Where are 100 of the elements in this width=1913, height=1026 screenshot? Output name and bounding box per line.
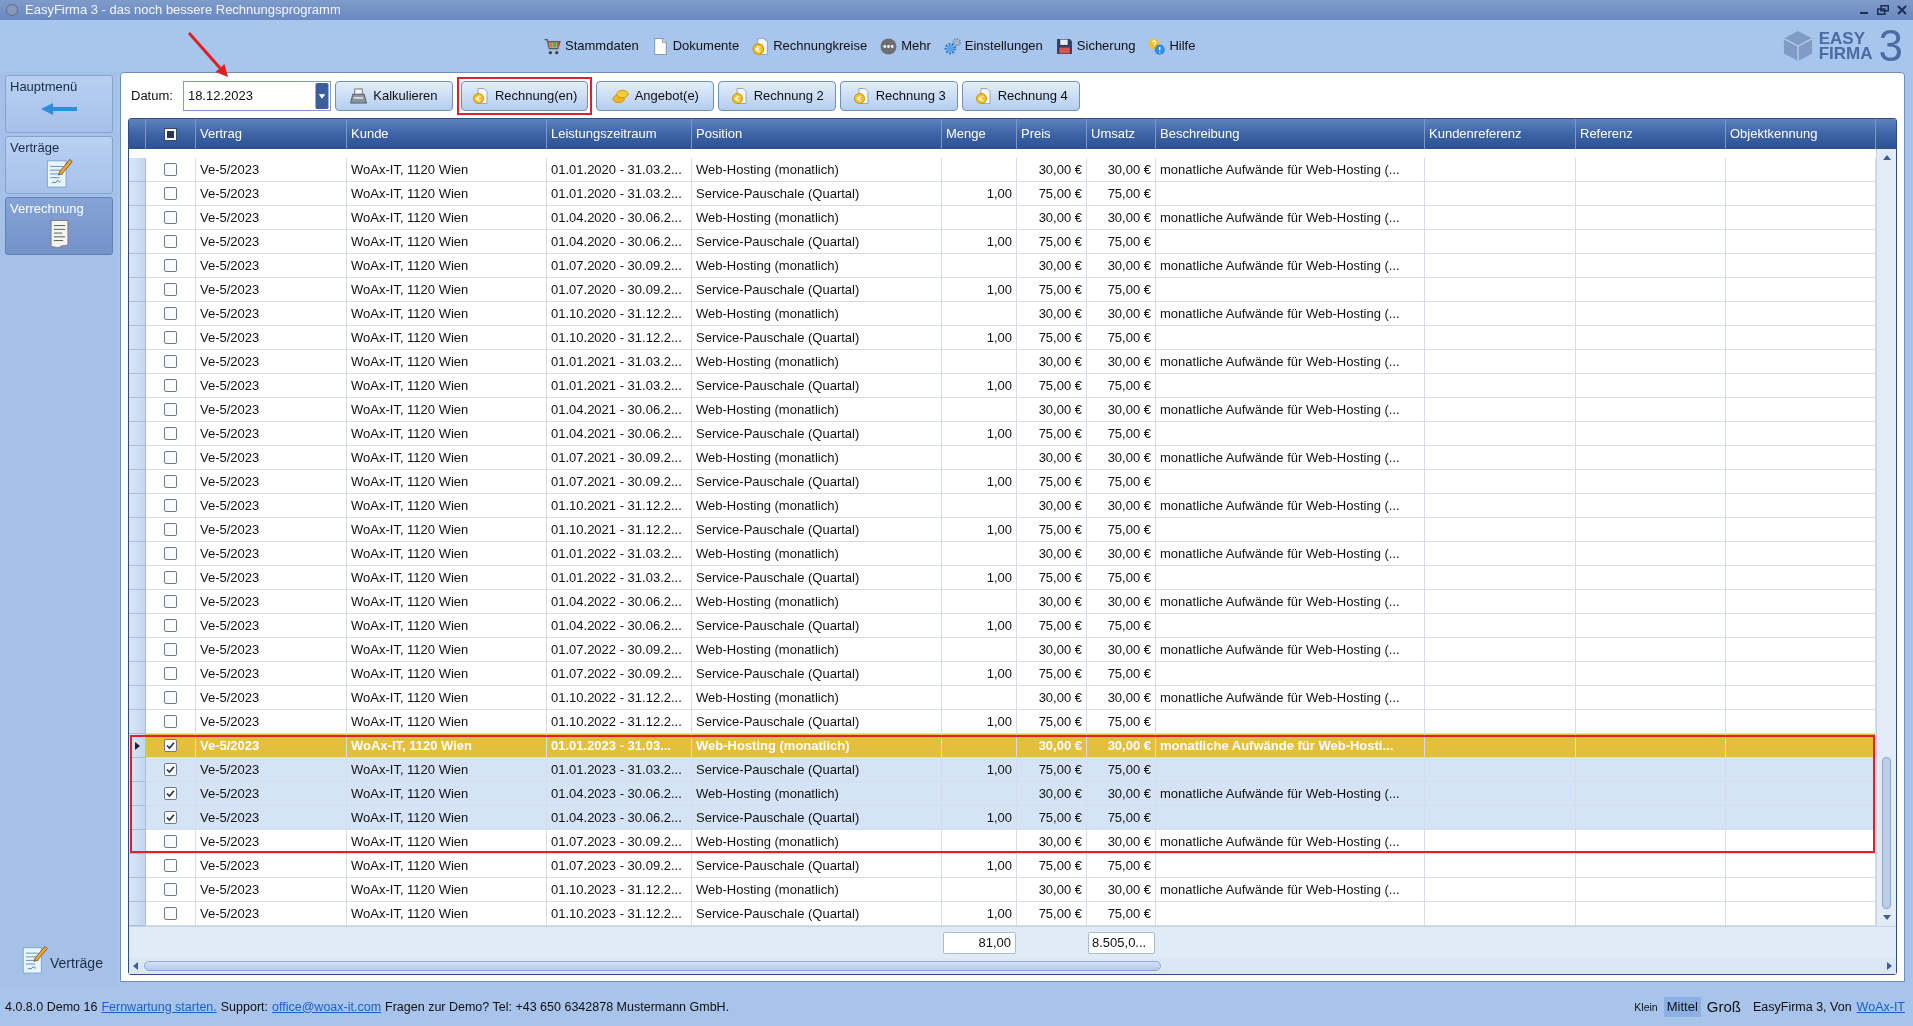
row-checkbox[interactable] <box>164 835 177 848</box>
row-checkbox[interactable] <box>164 187 177 200</box>
scroll-left-icon[interactable] <box>133 962 138 970</box>
row-checkbox[interactable] <box>164 859 177 872</box>
column-header[interactable]: Kundenreferenz <box>1425 119 1576 149</box>
row-checkbox[interactable] <box>164 571 177 584</box>
table-row[interactable]: Ve-5/2023 WoAx-IT, 1120 Wien 01.07.2023 - 30.09.2... Service-Pauschale (Quartal) 1,00 75,00 € 75,00 € <box>129 854 1876 878</box>
menu-button[interactable]: Dokumente <box>651 35 740 57</box>
column-header[interactable]: Umsatz <box>1087 119 1156 149</box>
row-checkbox[interactable] <box>164 547 177 560</box>
table-row[interactable]: Ve-5/2023 WoAx-IT, 1120 Wien 01.04.2020 - 30.06.2... Service-Pauschale (Quartal) 1,00 75,00 € 75,00 € <box>129 230 1876 254</box>
scroll-down-icon[interactable] <box>1882 915 1891 920</box>
row-checkbox[interactable] <box>164 427 177 440</box>
column-header[interactable]: Kunde <box>347 119 547 149</box>
table-row[interactable]: Ve-5/2023 WoAx-IT, 1120 Wien 01.01.2021 - 31.03.2... Service-Pauschale (Quartal) 1,00 75,00 € 75,00 € <box>129 374 1876 398</box>
row-checkbox[interactable] <box>164 499 177 512</box>
table-row[interactable]: Ve-5/2023 WoAx-IT, 1120 Wien 01.07.2020 - 30.09.2... Web-Hosting (monatlich) 30,00 € 30,00 € monatliche Aufwände für Web-Hosting (... <box>129 254 1876 278</box>
table-row[interactable]: Ve-5/2023 WoAx-IT, 1120 Wien 01.04.2023 - 30.06.2... Service-Pauschale (Quartal) 1,00 75,00 € 75,00 € <box>129 806 1876 830</box>
table-row[interactable]: Ve-5/2023 WoAx-IT, 1120 Wien 01.10.2023 - 31.12.2... Web-Hosting (monatlich) 30,00 € 30,00 € monatliche Aufwände für Web-Hosting (... <box>129 878 1876 902</box>
toolbar-button[interactable]: Kalkulieren <box>334 81 453 111</box>
restore-icon[interactable] <box>1877 5 1889 15</box>
table-row[interactable]: Ve-5/2023 WoAx-IT, 1120 Wien 01.01.2021 - 31.03.2... Web-Hosting (monatlich) 30,00 € 30,00 € monatliche Aufwände für Web-Hosting (... <box>129 350 1876 374</box>
sidebar-item[interactable]: Verträge <box>5 136 113 194</box>
row-checkbox[interactable] <box>164 451 177 464</box>
vertical-scrollbar[interactable] <box>1876 149 1896 926</box>
table-row[interactable]: Ve-5/2023 WoAx-IT, 1120 Wien 01.04.2021 - 30.06.2... Service-Pauschale (Quartal) 1,00 75,00 € 75,00 € <box>129 422 1876 446</box>
row-checkbox[interactable] <box>164 475 177 488</box>
row-checkbox[interactable] <box>164 283 177 296</box>
table-row[interactable]: Ve-5/2023 WoAx-IT, 1120 Wien 01.10.2022 - 31.12.2... Service-Pauschale (Quartal) 1,00 75,00 € 75,00 € <box>129 710 1876 734</box>
table-row[interactable]: Ve-5/2023 WoAx-IT, 1120 Wien 01.01.2020 - 31.03.2... Web-Hosting (monatlich) 30,00 € 30,00 € monatliche Aufwände für Web-Hosting (... <box>129 158 1876 182</box>
row-checkbox[interactable] <box>164 355 177 368</box>
table-row[interactable]: Ve-5/2023 WoAx-IT, 1120 Wien 01.07.2021 - 30.09.2... Service-Pauschale (Quartal) 1,00 75,00 € 75,00 € <box>129 470 1876 494</box>
table-row[interactable]: Ve-5/2023 WoAx-IT, 1120 Wien 01.10.2020 - 31.12.2... Service-Pauschale (Quartal) 1,00 75,00 € 75,00 € <box>129 326 1876 350</box>
row-checkbox[interactable] <box>164 523 177 536</box>
column-header[interactable]: Beschreibung <box>1156 119 1425 149</box>
table-row[interactable]: Ve-5/2023 WoAx-IT, 1120 Wien 01.01.2022 - 31.03.2... Service-Pauschale (Quartal) 1,00 75,00 € 75,00 € <box>129 566 1876 590</box>
table-row[interactable]: Ve-5/2023 WoAx-IT, 1120 Wien 01.01.2020 - 31.03.2... Service-Pauschale (Quartal) 1,00 75,00 € 75,00 € <box>129 182 1876 206</box>
scroll-thumb[interactable] <box>144 961 1161 971</box>
table-row[interactable]: Ve-5/2023 WoAx-IT, 1120 Wien 01.04.2021 - 30.06.2... Web-Hosting (monatlich) 30,00 € 30,00 € monatliche Aufwände für Web-Hosting (... <box>129 398 1876 422</box>
toolbar-button[interactable]: Angebot(e) <box>596 81 715 111</box>
row-checkbox[interactable] <box>164 379 177 392</box>
toolbar-button[interactable]: Rechnung(en) <box>460 81 589 111</box>
table-row[interactable]: Ve-5/2023 WoAx-IT, 1120 Wien 01.04.2022 - 30.06.2... Web-Hosting (monatlich) 30,00 € 30,00 € monatliche Aufwände für Web-Hosting (... <box>129 590 1876 614</box>
table-row[interactable]: Ve-5/2023 WoAx-IT, 1120 Wien 01.07.2020 - 30.09.2... Service-Pauschale (Quartal) 1,00 75,00 € 75,00 € <box>129 278 1876 302</box>
column-header[interactable]: Leistungszeitraum <box>547 119 692 149</box>
row-checkbox[interactable] <box>164 763 177 776</box>
row-checkbox[interactable] <box>164 715 177 728</box>
sidebar-link[interactable]: Verträge <box>22 945 118 974</box>
table-row[interactable]: Ve-5/2023 WoAx-IT, 1120 Wien 01.04.2023 - 30.06.2... Web-Hosting (monatlich) 30,00 € 30,00 € monatliche Aufwände für Web-Hosting (... <box>129 782 1876 806</box>
toolbar-button[interactable]: Rechnung 2 <box>718 81 837 111</box>
scroll-thumb[interactable] <box>1882 757 1891 909</box>
toolbar-button[interactable]: Rechnung 4 <box>962 81 1081 111</box>
column-header[interactable]: Menge <box>942 119 1017 149</box>
column-header[interactable]: Preis <box>1017 119 1087 149</box>
credit-link[interactable]: WoAx-IT <box>1856 997 1905 1017</box>
sidebar-item[interactable]: Hauptmenü <box>5 75 113 133</box>
column-header[interactable]: Objektkennung <box>1726 119 1876 149</box>
header-checkbox[interactable] <box>164 127 177 141</box>
column-header[interactable]: Position <box>692 119 942 149</box>
font-size-option[interactable]: Mittel <box>1663 997 1701 1017</box>
row-checkbox[interactable] <box>164 619 177 632</box>
row-checkbox[interactable] <box>164 259 177 272</box>
table-row[interactable]: Ve-5/2023 WoAx-IT, 1120 Wien 01.10.2021 - 31.12.2... Service-Pauschale (Quartal) 1,00 75,00 € 75,00 € <box>129 518 1876 542</box>
table-row[interactable]: Ve-5/2023 WoAx-IT, 1120 Wien 01.10.2022 - 31.12.2... Web-Hosting (monatlich) 30,00 € 30,00 € monatliche Aufwände für Web-Hosting (... <box>129 686 1876 710</box>
table-row[interactable]: Ve-5/2023 WoAx-IT, 1120 Wien 01.10.2021 - 31.12.2... Web-Hosting (monatlich) 30,00 € 30,00 € monatliche Aufwände für Web-Hosting (... <box>129 494 1876 518</box>
table-row[interactable]: Ve-5/2023 WoAx-IT, 1120 Wien 01.07.2022 - 30.09.2... Service-Pauschale (Quartal) 1,00 75,00 € 75,00 € <box>129 662 1876 686</box>
row-checkbox[interactable] <box>164 787 177 800</box>
row-checkbox[interactable] <box>164 643 177 656</box>
menu-button[interactable]: Sicherung <box>1055 35 1136 57</box>
close-icon[interactable] <box>1897 5 1907 15</box>
menu-button[interactable]: Stammdaten <box>544 35 639 57</box>
table-row[interactable]: Ve-5/2023 WoAx-IT, 1120 Wien 01.10.2023 - 31.12.2... Service-Pauschale (Quartal) 1,00 75,00 € 75,00 € <box>129 902 1876 926</box>
table-row[interactable]: Ve-5/2023 WoAx-IT, 1120 Wien 01.07.2023 - 30.09.2... Web-Hosting (monatlich) 30,00 € 30,00 € monatliche Aufwände für Web-Hosting (... <box>129 830 1876 854</box>
menu-button[interactable]: Einstellungen <box>943 35 1043 57</box>
row-checkbox[interactable] <box>164 883 177 896</box>
font-size-option[interactable]: Klein <box>1633 997 1659 1017</box>
row-checkbox[interactable] <box>164 691 177 704</box>
row-checkbox[interactable] <box>164 907 177 920</box>
table-row[interactable]: Ve-5/2023 WoAx-IT, 1120 Wien 01.07.2022 - 30.09.2... Web-Hosting (monatlich) 30,00 € 30,00 € monatliche Aufwände für Web-Hosting (... <box>129 638 1876 662</box>
horizontal-scrollbar[interactable] <box>129 958 1896 974</box>
row-checkbox[interactable] <box>164 211 177 224</box>
column-header[interactable]: Referenz <box>1576 119 1726 149</box>
table-row[interactable]: Ve-5/2023 WoAx-IT, 1120 Wien 01.07.2021 - 30.09.2... Web-Hosting (monatlich) 30,00 € 30,00 € monatliche Aufwände für Web-Hosting (... <box>129 446 1876 470</box>
row-checkbox[interactable] <box>164 163 177 176</box>
table-row[interactable]: Ve-5/2023 WoAx-IT, 1120 Wien 01.04.2020 - 30.06.2... Web-Hosting (monatlich) 30,00 € 30,00 € monatliche Aufwände für Web-Hosting (... <box>129 206 1876 230</box>
menu-button[interactable]: Rechnungkreise <box>752 35 868 57</box>
row-checkbox[interactable] <box>164 667 177 680</box>
row-checkbox[interactable] <box>164 235 177 248</box>
table-row[interactable]: Ve-5/2023 WoAx-IT, 1120 Wien 01.01.2023 - 31.03.2... Service-Pauschale (Quartal) 1,00 75,00 € 75,00 € <box>129 758 1876 782</box>
row-checkbox[interactable] <box>164 403 177 416</box>
remote-support-link[interactable]: Fernwartung starten. <box>101 997 217 1017</box>
table-row[interactable]: Ve-5/2023 WoAx-IT, 1120 Wien 01.04.2022 - 30.06.2... Service-Pauschale (Quartal) 1,00 75,00 € 75,00 € <box>129 614 1876 638</box>
row-checkbox[interactable] <box>164 331 177 344</box>
table-row[interactable]: Ve-5/2023 WoAx-IT, 1120 Wien 01.10.2020 - 31.12.2... Web-Hosting (monatlich) 30,00 € 30,00 € monatliche Aufwände für Web-Hosting (... <box>129 302 1876 326</box>
row-checkbox[interactable] <box>164 595 177 608</box>
row-selector[interactable] <box>129 734 146 758</box>
toolbar-button[interactable]: Rechnung 3 <box>840 81 959 111</box>
row-checkbox[interactable] <box>164 811 177 824</box>
scroll-right-icon[interactable] <box>1887 962 1892 970</box>
menu-button[interactable]: Hilfe <box>1148 35 1196 57</box>
